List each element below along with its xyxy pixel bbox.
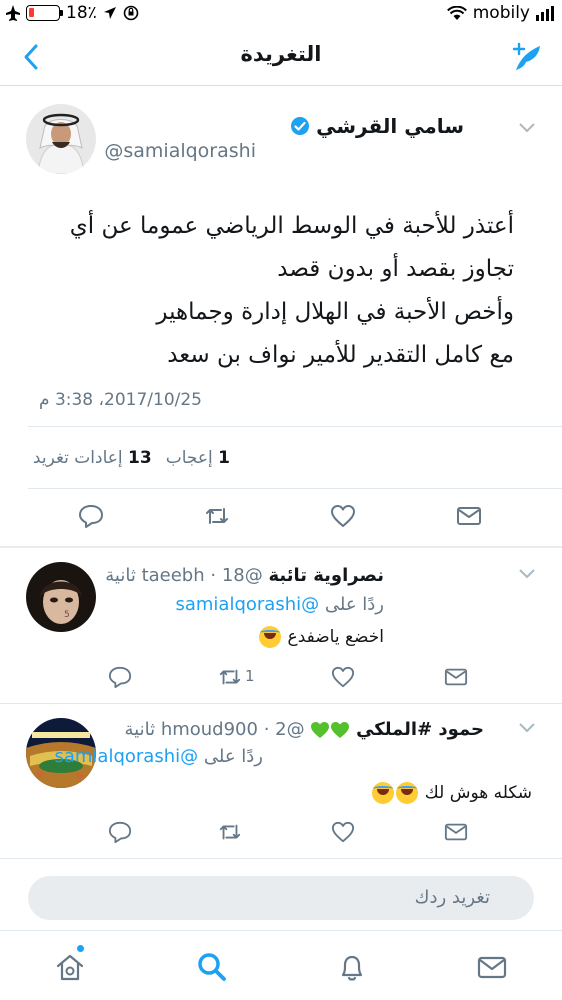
carrier-name: mobily	[472, 3, 530, 23]
reply-author-name[interactable]: نصراوية تائبة	[268, 565, 384, 586]
heart-icon[interactable]	[330, 503, 356, 529]
reply-input[interactable]: تغريد ردك	[28, 876, 534, 920]
signal-icon	[536, 5, 554, 21]
airplane-icon	[6, 5, 20, 21]
retweets-stat[interactable]: 13 إعادات تغريد	[33, 448, 152, 468]
reply-text-row: شكله هوش لك	[371, 782, 532, 804]
chevron-down-icon[interactable]	[518, 122, 536, 134]
envelope-icon[interactable]	[444, 665, 468, 689]
chevron-down-icon[interactable]	[518, 568, 536, 580]
reply-header: نصراوية تائبة @taeebh · 18 ثانية	[105, 565, 384, 586]
heart-icon[interactable]	[331, 665, 355, 689]
battery-percent: 18٪	[66, 3, 97, 23]
tweet-text: أعتذر للأحبة في الوسط الرياضي عموما عن أ…	[69, 213, 514, 368]
reply-input-placeholder: تغريد ردك	[414, 887, 490, 908]
avatar[interactable]: 5	[26, 562, 96, 632]
location-arrow-icon	[103, 7, 116, 19]
avatar-badge: 5	[64, 610, 70, 620]
reply-header: حمود #الملكي @hmoud900 · 2 ثانية	[124, 719, 485, 740]
heart-icon[interactable]	[331, 820, 355, 844]
battery-icon	[26, 5, 63, 21]
home-icon[interactable]	[54, 951, 86, 983]
divider	[0, 858, 562, 859]
chevron-down-icon[interactable]	[518, 722, 536, 734]
replying-to-label: ردًا على	[203, 746, 263, 767]
reply-icon[interactable]	[108, 820, 132, 844]
replying-to: ردًا على @samialqorashi	[54, 746, 263, 767]
author-name[interactable]: سامي القرشي	[316, 114, 464, 138]
tweet-stats: 1 إعجاب 13 إعادات تغريد	[33, 448, 230, 468]
bell-icon[interactable]	[336, 951, 368, 983]
avatar-image: 5	[26, 562, 96, 632]
avatar-image	[26, 104, 96, 174]
reply-text: شكله هوش لك	[424, 783, 532, 803]
wifi-icon	[446, 5, 467, 20]
tears-of-joy-emoji-icon	[372, 782, 395, 804]
page-title: التغريدة	[240, 42, 322, 66]
reply-author-name[interactable]: حمود #الملكي	[356, 719, 484, 740]
replying-to-label: ردًا على	[324, 594, 384, 615]
envelope-icon[interactable]	[456, 503, 482, 529]
divider	[28, 488, 562, 489]
retweet-icon[interactable]	[204, 503, 230, 529]
new-content-dot	[77, 945, 84, 952]
green-heart-emoji-icon	[311, 722, 330, 738]
replying-to: ردًا على @samialqorashi	[175, 594, 384, 615]
status-right: mobily	[446, 3, 554, 23]
reply-icon[interactable]	[78, 503, 104, 529]
retweet-count: 1	[245, 667, 255, 685]
tears-of-joy-emoji-icon	[396, 782, 419, 804]
compose-tweet-icon[interactable]	[510, 40, 546, 74]
verified-badge-icon	[291, 117, 310, 135]
nav-bar: التغريدة	[0, 28, 562, 86]
tab-bar	[0, 930, 562, 1000]
tweet-timestamp: 2017/10/25، 3:38 م	[39, 390, 202, 410]
replying-to-mention[interactable]: @samialqorashi	[175, 594, 319, 615]
envelope-icon[interactable]	[444, 820, 468, 844]
green-heart-emoji-icon	[331, 722, 350, 738]
author-handle[interactable]: @samialqorashi	[104, 140, 256, 162]
likes-stat[interactable]: 1 إعجاب	[166, 448, 230, 468]
retweet-icon[interactable]	[218, 820, 242, 844]
likes-count: 1	[218, 448, 230, 468]
status-left: 18٪	[6, 3, 139, 23]
divider	[0, 546, 562, 548]
orientation-lock-icon	[123, 5, 139, 21]
replying-to-mention[interactable]: @samialqorashi	[54, 746, 198, 767]
search-icon[interactable]	[196, 951, 228, 983]
reply-text-row: اخضع ياضفدع	[258, 626, 384, 648]
reply-author-handle[interactable]: @taeebh	[142, 565, 263, 586]
status-bar: 18٪ mobily	[0, 0, 562, 28]
avatar[interactable]	[26, 104, 96, 174]
retweets-label: إعادات تغريد	[32, 448, 123, 468]
retweets-count: 13	[128, 448, 152, 468]
tears-of-joy-emoji-icon	[259, 626, 282, 648]
author-name-row: سامي القرشي	[290, 114, 464, 138]
retweet-icon[interactable]	[218, 665, 242, 689]
likes-label: إعجاب	[165, 448, 213, 468]
reply-icon[interactable]	[108, 665, 132, 689]
envelope-icon[interactable]	[476, 951, 508, 983]
reply-text: اخضع ياضفدع	[287, 627, 384, 647]
divider	[28, 426, 562, 427]
divider	[0, 703, 562, 704]
